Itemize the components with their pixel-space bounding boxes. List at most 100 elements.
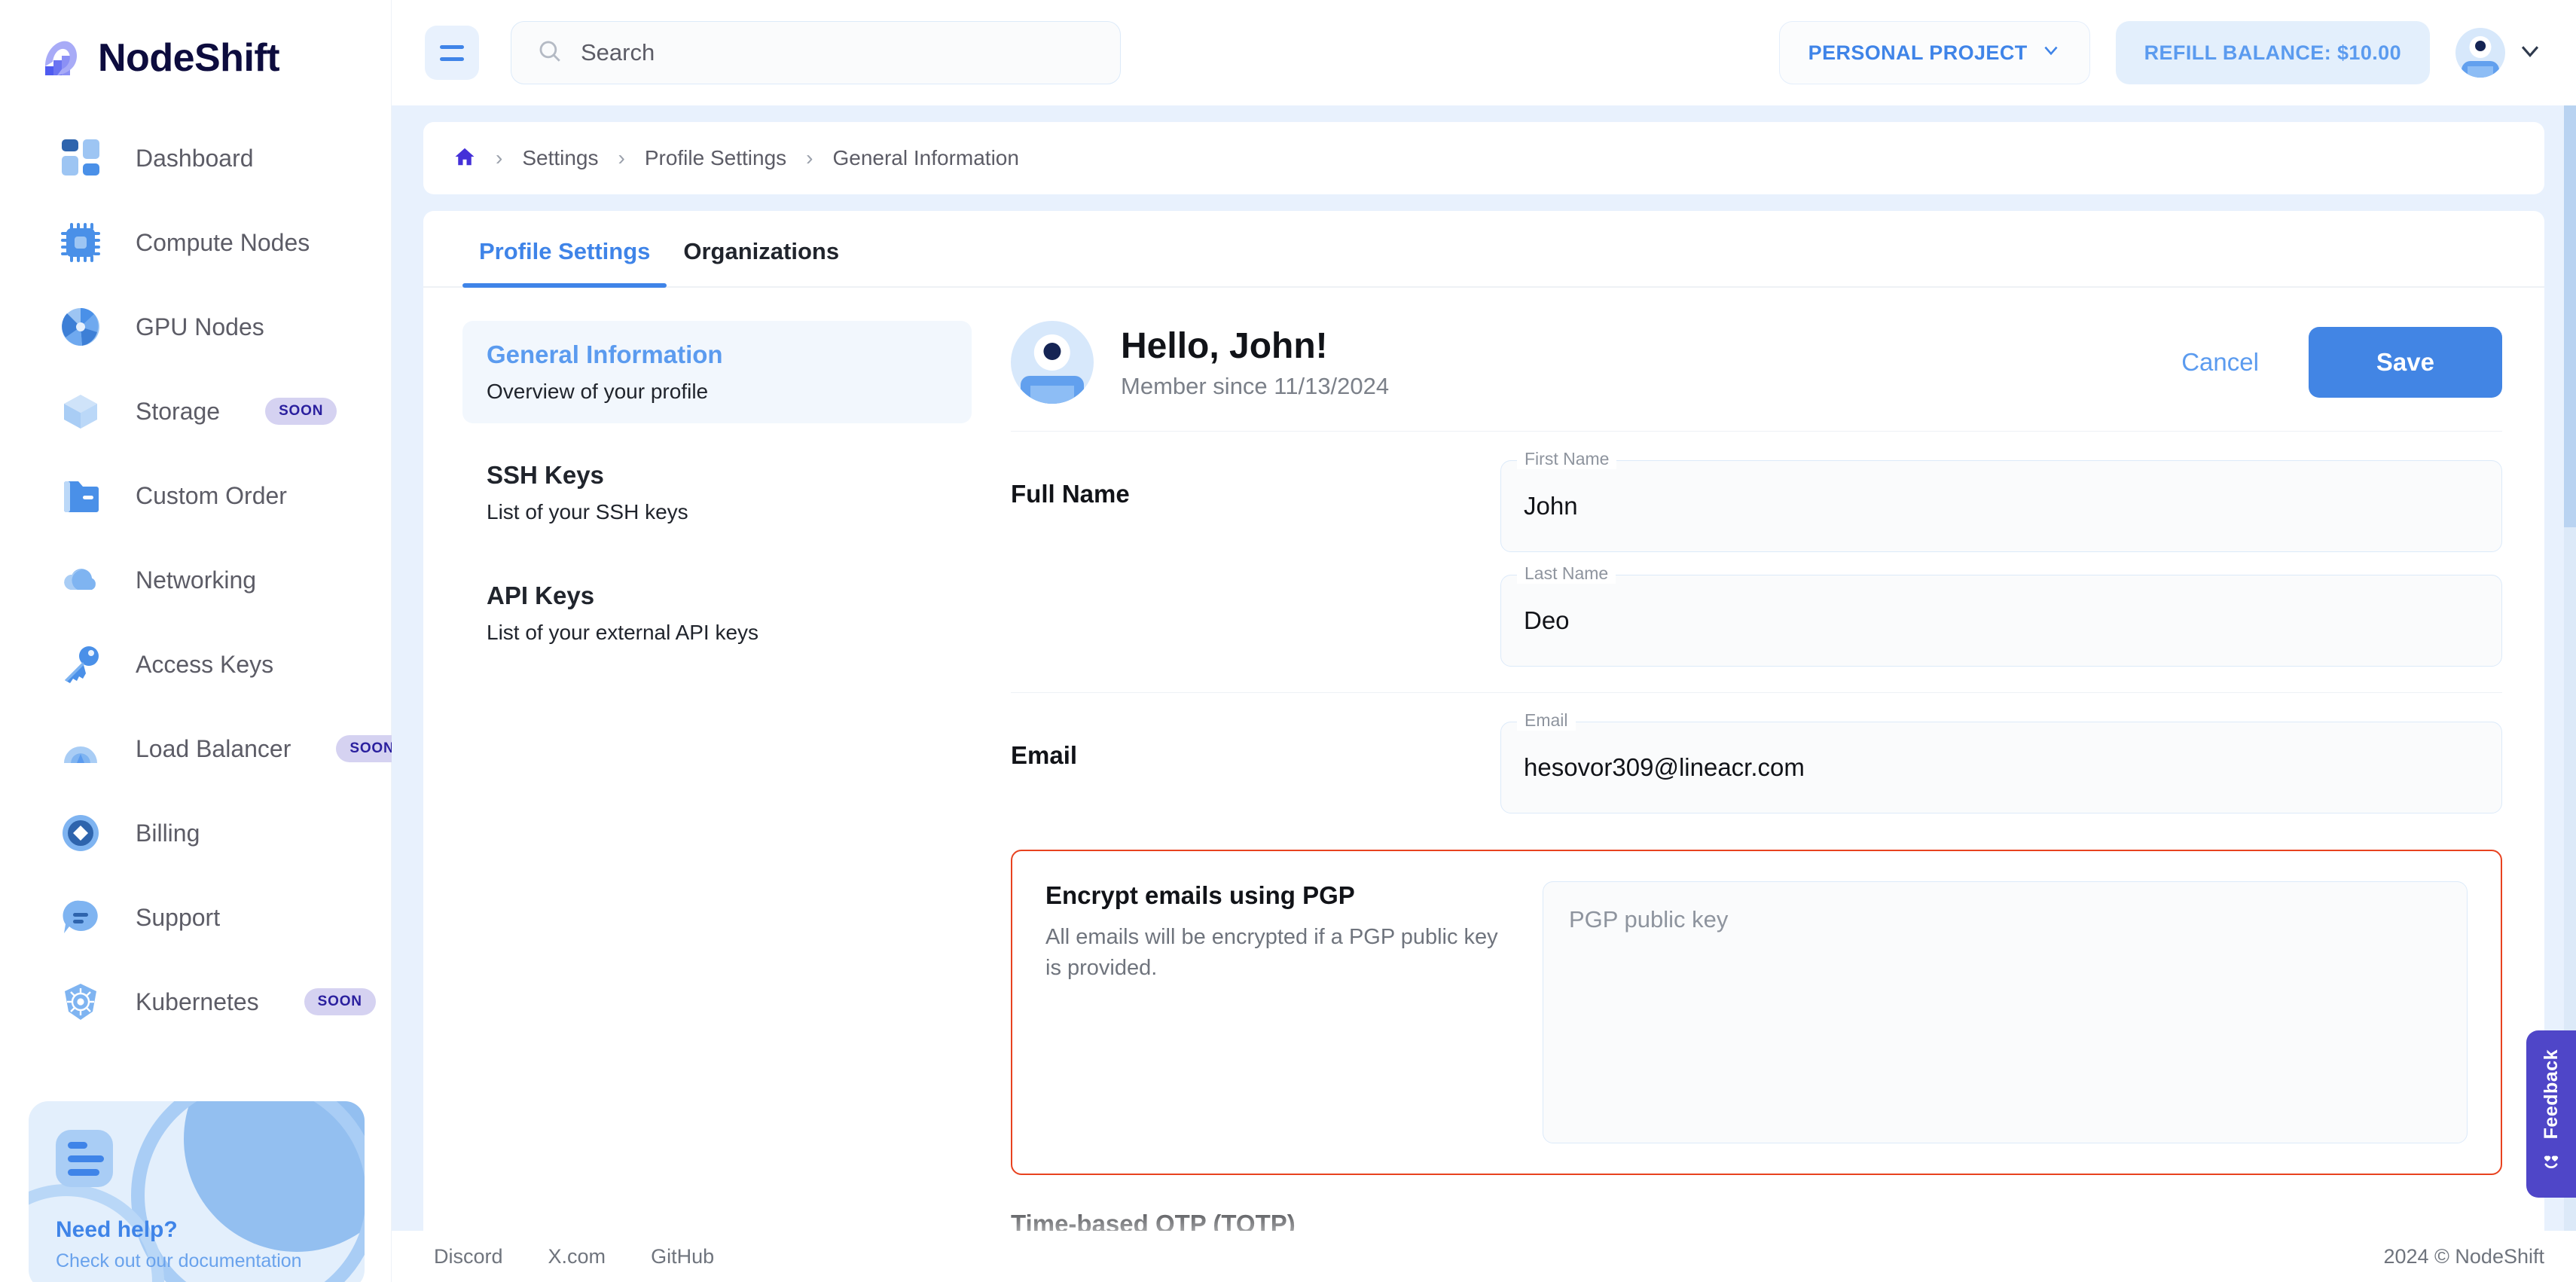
scrollbar-thumb[interactable]: [2564, 105, 2576, 527]
last-name-value: Deo: [1524, 606, 1570, 634]
sidebar-item-label: Billing: [136, 819, 200, 847]
breadcrumb-separator: ›: [496, 146, 503, 169]
form-row-label: Full Name: [1011, 480, 1130, 508]
sidebar-item-billing[interactable]: Billing: [0, 791, 391, 875]
support-chat-icon: [60, 897, 101, 938]
first-name-value: John: [1524, 492, 1578, 520]
sidebar-item-label: Storage: [136, 397, 221, 425]
save-button[interactable]: Save: [2308, 327, 2502, 398]
sidenav-item-subtitle: List of your external API keys: [487, 621, 759, 644]
search-input[interactable]: Search: [511, 21, 1121, 84]
last-name-label: Last Name: [1517, 563, 1616, 584]
sidenav-item-subtitle: Overview of your profile: [487, 380, 709, 403]
nodeshift-wave-logo-icon: [35, 33, 84, 83]
pgp-description: All emails will be encrypted if a PGP pu…: [1045, 925, 1498, 981]
sidebar-item-label: Dashboard: [136, 144, 254, 172]
feedback-label: Feedback: [2540, 1048, 2562, 1140]
sidebar-item-networking[interactable]: Networking: [0, 538, 391, 622]
sidebar-item-support[interactable]: Support: [0, 875, 391, 960]
breadcrumb-item-general-information: General Information: [832, 146, 1019, 169]
topbar: Search PERSONAL PROJECT REFILL BALANCE: …: [392, 0, 2576, 105]
kubernetes-helm-icon: [60, 981, 101, 1022]
footer-copyright: 2024 © NodeShift: [2383, 1244, 2544, 1268]
sidebar-item-dashboard[interactable]: Dashboard: [0, 116, 391, 200]
breadcrumb-separator: ›: [618, 146, 625, 169]
footer-link-discord[interactable]: Discord: [434, 1245, 503, 1268]
page-title: Hello, John!: [1121, 325, 1328, 366]
main-column: Search PERSONAL PROJECT REFILL BALANCE: …: [392, 0, 2576, 1282]
refill-balance-label: REFILL BALANCE: $10.00: [2144, 41, 2401, 64]
cube-box-icon: [60, 391, 101, 432]
status-badge-soon: SOON: [265, 398, 337, 425]
sidebar-item-label: Kubernetes: [136, 987, 259, 1015]
form-row-full-name: Full Name First Name John Last Name Deo: [1011, 431, 2502, 692]
home-icon[interactable]: [453, 145, 476, 172]
sidenav-item-title: SSH Keys: [487, 461, 604, 489]
sidebar-item-kubernetes[interactable]: Kubernetes SOON: [0, 960, 391, 1044]
panel-tabs: Profile Settings Organizations: [423, 211, 2544, 288]
sidebar-item-label: Compute Nodes: [136, 228, 310, 256]
pgp-title: Encrypt emails using PGP: [1045, 881, 1355, 909]
feedback-button[interactable]: Feedback: [2526, 1030, 2576, 1198]
pgp-description-block: Encrypt emails using PGP All emails will…: [1045, 881, 1543, 984]
email-field[interactable]: Email hesovor309@lineacr.com: [1500, 710, 2502, 813]
load-balancer-icon: [60, 728, 101, 769]
pgp-public-key-textarea[interactable]: PGP public key: [1543, 881, 2468, 1143]
last-name-field[interactable]: Last Name Deo: [1500, 563, 2502, 667]
footer-link-github[interactable]: GitHub: [651, 1245, 714, 1268]
cancel-button[interactable]: Cancel: [2174, 334, 2266, 390]
tab-organizations[interactable]: Organizations: [667, 211, 856, 286]
sidebar-item-load-balancer[interactable]: Load Balancer SOON: [0, 707, 408, 791]
app-root: NodeShift Dashboard Compute Nodes GPU No…: [0, 0, 2576, 1282]
form-actions: Cancel Save: [2174, 327, 2502, 398]
account-menu-button[interactable]: [2455, 28, 2543, 78]
avatar: [2455, 28, 2505, 78]
search-placeholder: Search: [581, 39, 655, 66]
first-name-field[interactable]: First Name John: [1500, 449, 2502, 552]
sidenav-item-general-information[interactable]: General Information Overview of your pro…: [462, 321, 972, 423]
project-selector-label: PERSONAL PROJECT: [1808, 41, 2028, 64]
help-card-title: Need help?: [56, 1217, 178, 1242]
tab-profile-settings[interactable]: Profile Settings: [462, 211, 667, 288]
sidebar-item-custom-order[interactable]: Custom Order: [0, 453, 391, 538]
full-name-fields: First Name John Last Name Deo: [1500, 449, 2502, 667]
form-row-email: Email Email hesovor309@lineacr.com: [1011, 692, 2502, 839]
help-documentation-card[interactable]: Need help? Check out our documentation: [29, 1101, 365, 1282]
sidebar-item-label: Networking: [136, 566, 257, 594]
breadcrumb-separator: ›: [806, 146, 813, 169]
help-card-subtitle: Check out our documentation: [56, 1250, 302, 1271]
sidenav-item-api-keys[interactable]: API Keys List of your external API keys: [462, 562, 972, 664]
sidebar: NodeShift Dashboard Compute Nodes GPU No…: [0, 0, 408, 1282]
topbar-right-group: PERSONAL PROJECT REFILL BALANCE: $10.00: [1778, 21, 2543, 84]
brand-logo[interactable]: NodeShift: [0, 0, 391, 90]
sidebar-item-compute-nodes[interactable]: Compute Nodes: [0, 200, 391, 285]
settings-sidenav: General Information Overview of your pro…: [423, 321, 1011, 1282]
footer-link-xcom[interactable]: X.com: [548, 1245, 606, 1268]
pgp-section: Encrypt emails using PGP All emails will…: [1011, 850, 2502, 1175]
cpu-chip-icon: [60, 222, 101, 263]
settings-panel: Profile Settings Organizations General I…: [423, 211, 2544, 1282]
profile-avatar: [1011, 321, 1094, 404]
hamburger-menu-icon[interactable]: [425, 26, 479, 80]
footer-links: Discord X.com GitHub: [423, 1245, 714, 1268]
folder-order-icon: [60, 475, 101, 516]
sidebar-item-label: Custom Order: [136, 481, 287, 509]
dashboard-grid-icon: [60, 138, 101, 179]
sidenav-item-ssh-keys[interactable]: SSH Keys List of your SSH keys: [462, 441, 972, 544]
sidebar-item-gpu-nodes[interactable]: GPU Nodes: [0, 285, 391, 369]
project-selector[interactable]: PERSONAL PROJECT: [1778, 21, 2090, 84]
gpu-fan-icon: [60, 307, 101, 347]
breadcrumb-item-settings[interactable]: Settings: [522, 146, 598, 170]
profile-form: Hello, John! Member since 11/13/2024 Can…: [1011, 321, 2544, 1282]
panel-body: General Information Overview of your pro…: [423, 288, 2544, 1282]
brand-name: NodeShift: [98, 36, 280, 80]
sidenav-item-title: API Keys: [487, 581, 595, 609]
sidebar-item-access-keys[interactable]: Access Keys: [0, 622, 391, 707]
sidenav-item-subtitle: List of your SSH keys: [487, 500, 688, 523]
cloud-icon: [60, 560, 101, 600]
sidebar-item-storage[interactable]: Storage SOON: [0, 369, 391, 453]
breadcrumb-item-profile-settings[interactable]: Profile Settings: [645, 146, 786, 170]
sidebar-item-label: Load Balancer: [136, 734, 291, 762]
key-icon: [60, 644, 101, 685]
refill-balance-button[interactable]: REFILL BALANCE: $10.00: [2115, 21, 2430, 84]
